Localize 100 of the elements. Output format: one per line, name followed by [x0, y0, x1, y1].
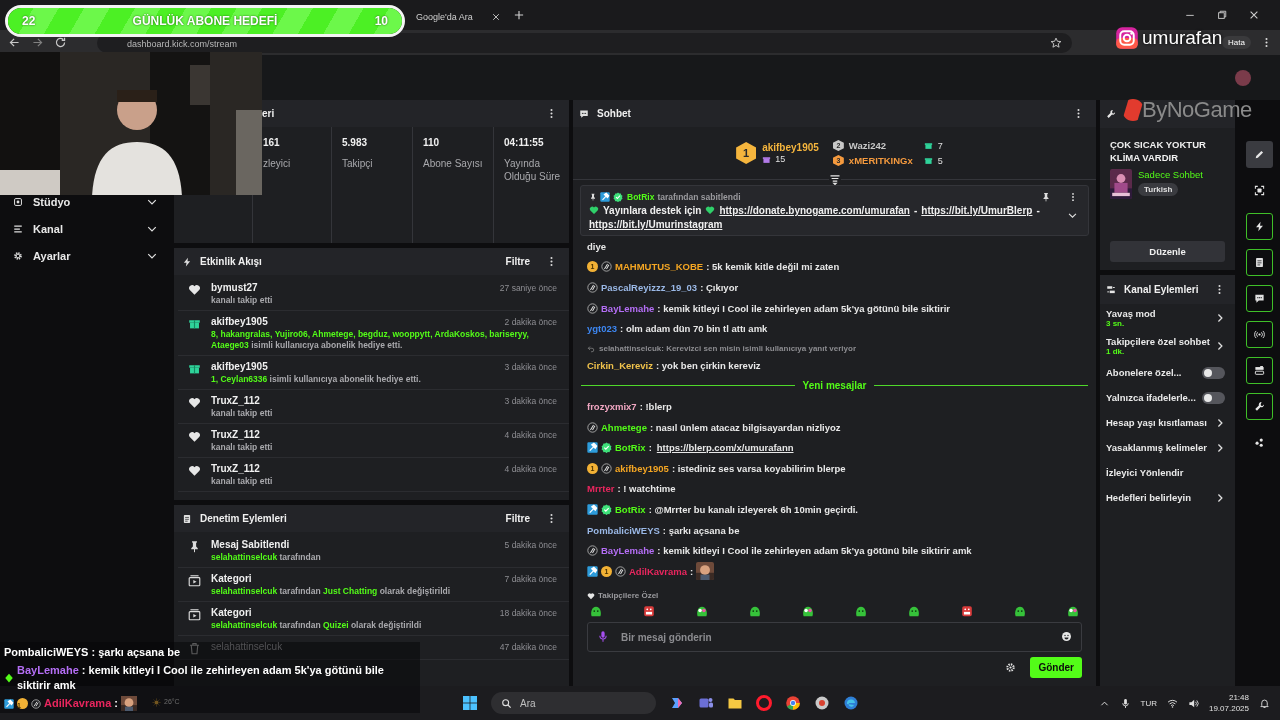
event-time: 4 dakika önce: [504, 430, 557, 440]
chat-username[interactable]: PascalReyizzz_19_03: [601, 282, 698, 293]
stat-value: 161: [263, 137, 281, 148]
filter-button[interactable]: Filtre: [497, 256, 538, 267]
restore-icon[interactable]: [1216, 9, 1228, 21]
emote-icon[interactable]: [589, 604, 603, 618]
app-icon[interactable]: [785, 695, 801, 711]
setting-label[interactable]: Yavaş mod: [1106, 308, 1156, 319]
app-icon[interactable]: [843, 695, 859, 711]
category-link[interactable]: Sadece Sohbet: [1138, 169, 1203, 180]
instagram-icon: [1115, 26, 1139, 50]
chat-username[interactable]: PombaliciWEYS: [587, 524, 660, 536]
setting-label[interactable]: Abonelere özel...: [1106, 367, 1182, 378]
chat-username[interactable]: AdilKavrama: [629, 565, 688, 577]
document-button[interactable]: [1246, 249, 1273, 276]
close-icon[interactable]: [490, 12, 501, 22]
sidebar-item[interactable]: Stüdyo: [33, 195, 136, 208]
collapse-icon[interactable]: [828, 173, 841, 186]
media-button[interactable]: [1246, 357, 1273, 384]
emote-icon[interactable]: [801, 604, 815, 618]
wrench-button[interactable]: [1246, 393, 1273, 420]
browser-tab[interactable]: Google'da Ara: [408, 5, 509, 29]
chat-username[interactable]: MAHMUTUS_KOBE: [615, 261, 704, 273]
chevron-icon[interactable]: [1215, 341, 1225, 351]
reload-icon[interactable]: [54, 36, 67, 49]
forward-icon[interactable]: [31, 36, 44, 49]
expand-icon[interactable]: [1067, 210, 1078, 221]
app-icon[interactable]: [669, 695, 685, 711]
emote-icon[interactable]: [695, 604, 709, 618]
new-tab-icon[interactable]: [512, 9, 525, 21]
emote-icon[interactable]: [748, 604, 762, 618]
chevron-icon[interactable]: [1215, 492, 1225, 503]
emote-icon[interactable]: [1013, 604, 1027, 618]
pencil-button[interactable]: [1246, 141, 1273, 168]
toggle-switch[interactable]: [1202, 391, 1225, 404]
clock-time[interactable]: 21:48: [1228, 692, 1249, 703]
pinned-note: tarafından sabitlendi: [657, 191, 741, 202]
chat-username[interactable]: frozyxmix7: [587, 400, 637, 412]
chat-username[interactable]: Mrrter: [587, 483, 615, 495]
link[interactable]: https://bit.ly/Umurinstagram: [589, 219, 723, 230]
emoji-icon[interactable]: [1061, 631, 1072, 642]
link[interactable]: https://blerp.com/x/umurafann: [656, 442, 794, 454]
address-bar[interactable]: dashboard.kick.com/stream: [127, 39, 238, 49]
profile-button[interactable]: Hata: [1222, 36, 1251, 49]
setting-label[interactable]: Yalnızca ifadelerle...: [1106, 392, 1196, 403]
chevron-icon[interactable]: [1215, 442, 1225, 453]
chat-username[interactable]: BotRix: [615, 503, 646, 515]
setting-label[interactable]: Yasaklanmış kelimeler: [1106, 442, 1207, 453]
clock-date[interactable]: 19.07.2025: [1208, 703, 1249, 714]
filter-button[interactable]: Filtre: [497, 513, 538, 524]
gift-icon: [188, 317, 201, 330]
chat-username[interactable]: akifbey1905: [615, 462, 669, 474]
unpin-icon[interactable]: [1041, 191, 1051, 202]
settings-icon[interactable]: [1005, 662, 1017, 673]
chat-username[interactable]: BayLemahe: [601, 302, 655, 314]
bell-icon[interactable]: [1259, 697, 1270, 709]
setting-label[interactable]: Takipçilere özel sohbet: [1106, 336, 1210, 347]
sidebar-item[interactable]: Ayarlar: [33, 249, 136, 262]
emote-icon[interactable]: [642, 604, 656, 618]
emote-icon[interactable]: [854, 604, 868, 618]
link[interactable]: https://donate.bynogame.com/umurafan: [719, 205, 910, 216]
sidebar-item[interactable]: Kanal: [33, 222, 136, 235]
chat-username[interactable]: BotRix: [615, 442, 646, 454]
microphone-icon[interactable]: [1119, 697, 1131, 709]
emote-icon[interactable]: [960, 604, 974, 618]
chat-username[interactable]: ygt023: [587, 323, 618, 335]
chat-username[interactable]: Ahmetege: [601, 421, 647, 433]
action-time: 18 dakika önce: [499, 608, 557, 618]
event-text: 1, Ceylan6336 isimli kullanıcıya abonelik hediye etti.: [211, 374, 422, 385]
link[interactable]: https://bit.ly/UmurBlerp: [921, 205, 1033, 216]
edit-button[interactable]: Düzenle: [1110, 241, 1225, 262]
chat-button[interactable]: [1246, 285, 1273, 312]
message-input[interactable]: Bir mesaj gönderin: [587, 622, 1082, 652]
start-icon[interactable]: [462, 695, 478, 711]
emote-icon[interactable]: [1066, 604, 1080, 618]
setting-label[interactable]: Hesap yaşı kısıtlaması: [1106, 417, 1207, 428]
toggle-switch[interactable]: [1202, 366, 1225, 379]
chevron-icon[interactable]: [1215, 417, 1225, 428]
bolt-button[interactable]: [1246, 213, 1273, 240]
close-icon[interactable]: [1248, 9, 1260, 21]
chat-username[interactable]: Cirkin_Kereviz: [587, 359, 653, 371]
chat-username[interactable]: BayLemahe: [601, 545, 655, 557]
language-indicator[interactable]: TUR: [1140, 698, 1157, 708]
heart-icon: [188, 430, 201, 443]
broadcast-button[interactable]: [1246, 321, 1273, 348]
app-icon[interactable]: [698, 695, 714, 711]
app-icon[interactable]: [814, 695, 830, 711]
send-button[interactable]: Gönder: [1030, 657, 1082, 678]
setting-label[interactable]: İzleyici Yönlendir: [1106, 467, 1184, 478]
search-field[interactable]: Ara: [491, 692, 656, 714]
wifi-icon[interactable]: [1166, 697, 1178, 709]
back-icon[interactable]: [8, 36, 21, 49]
tag[interactable]: Turkish: [1138, 183, 1179, 196]
bolt-icon: [1254, 221, 1265, 232]
setting-label[interactable]: Hedefleri belirleyin: [1106, 492, 1191, 503]
star-icon[interactable]: [1050, 36, 1063, 49]
sun-icon[interactable]: [152, 698, 161, 707]
chevron-icon[interactable]: [1215, 313, 1225, 323]
speaker-icon[interactable]: [1187, 697, 1199, 709]
emote-icon[interactable]: [907, 604, 921, 618]
